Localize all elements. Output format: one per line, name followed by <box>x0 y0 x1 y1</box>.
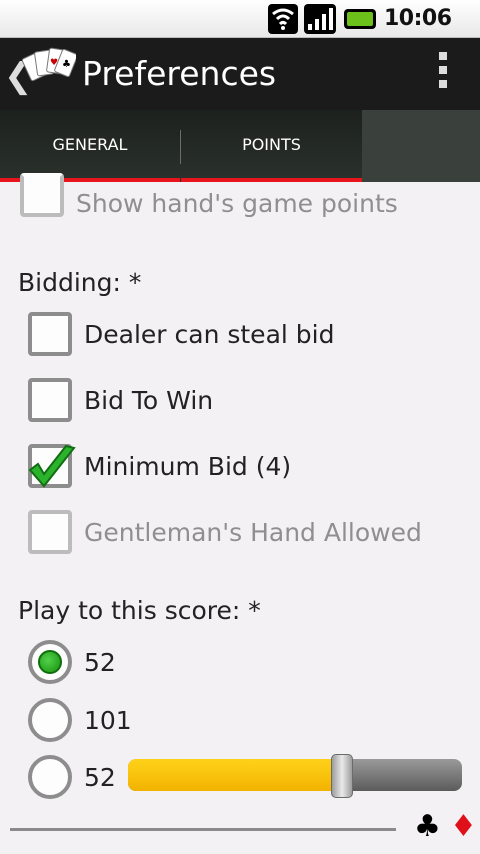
checkbox-minimum-bid[interactable] <box>28 444 76 488</box>
option-bid-to-win[interactable]: Bid To Win <box>28 377 480 423</box>
score-slider-track[interactable] <box>128 759 462 791</box>
checkbox-dealer-steal[interactable] <box>28 312 72 356</box>
option-show-hand-points[interactable]: Show hand's game points <box>20 173 480 226</box>
label-radio-52: 52 <box>84 647 116 677</box>
overflow-menu-icon[interactable] <box>436 52 450 96</box>
bottom-divider <box>10 828 396 831</box>
score-header: Play to this score: * <box>18 596 261 625</box>
checkmark-icon <box>28 444 76 488</box>
svg-text:♥: ♥ <box>50 58 58 68</box>
wifi-icon <box>268 4 298 34</box>
label-dealer-steal: Dealer can steal bid <box>84 319 335 349</box>
score-slider-fill <box>128 759 342 791</box>
action-bar: ❮ ♥ ♣ Preferences <box>0 38 480 110</box>
battery-icon <box>344 9 376 29</box>
checkbox-show-hand-points[interactable] <box>20 173 64 217</box>
score-slider-thumb[interactable] <box>330 754 353 798</box>
signal-icon <box>304 4 336 34</box>
radio-option-52[interactable]: 52 <box>28 639 480 685</box>
status-bar: 10:06 PM <box>0 0 480 54</box>
tab-general[interactable]: GENERAL <box>0 110 180 182</box>
diamond-suit-icon: ♦ <box>450 809 477 844</box>
label-gentleman-hand: Gentleman's Hand Allowed <box>84 517 422 547</box>
playing-cards-logo[interactable]: ♥ ♣ <box>20 45 78 85</box>
radio-101[interactable] <box>28 698 72 742</box>
tab-bar: GENERAL POINTS <box>0 110 480 182</box>
page-title: Preferences <box>82 54 277 93</box>
checkbox-gentleman-hand[interactable] <box>28 510 72 554</box>
label-minimum-bid: Minimum Bid (4) <box>84 451 292 481</box>
radio-custom[interactable] <box>28 755 72 799</box>
label-bid-to-win: Bid To Win <box>84 385 214 415</box>
svg-text:♣: ♣ <box>62 59 71 70</box>
option-dealer-steal[interactable]: Dealer can steal bid <box>28 311 480 357</box>
radio-option-custom[interactable]: 52 <box>28 754 128 800</box>
radio-52[interactable] <box>28 640 72 684</box>
tab-points[interactable]: POINTS <box>181 110 362 182</box>
option-minimum-bid[interactable]: Minimum Bid (4) <box>28 443 480 489</box>
checkbox-bid-to-win[interactable] <box>28 378 72 422</box>
club-suit-icon: ♣ <box>414 809 441 844</box>
label-radio-custom: 52 <box>84 762 116 792</box>
option-gentleman-hand[interactable]: Gentleman's Hand Allowed <box>28 509 480 555</box>
tab-empty <box>362 110 480 182</box>
label-radio-101: 101 <box>84 705 132 735</box>
bidding-header: Bidding: * <box>18 268 142 297</box>
radio-option-101[interactable]: 101 <box>28 697 480 743</box>
label-show-hand-points: Show hand's game points <box>76 188 398 218</box>
